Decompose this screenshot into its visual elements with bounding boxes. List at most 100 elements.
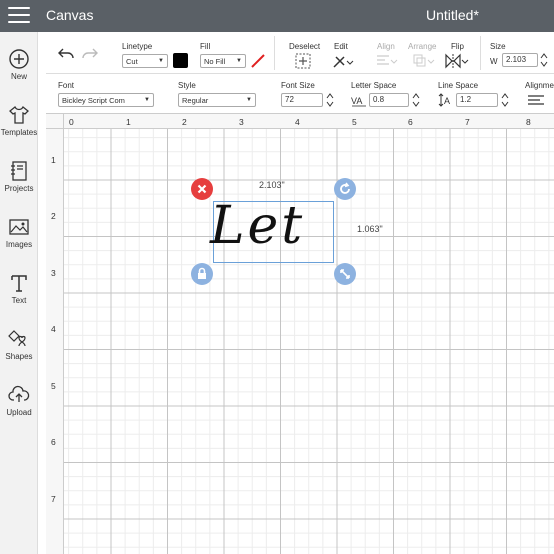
close-icon	[197, 184, 207, 194]
line-space-input[interactable]: 1.2	[456, 93, 498, 107]
sidebar-item-upload[interactable]: Upload	[0, 384, 38, 417]
ruler-x-tick: 6	[408, 117, 413, 127]
ruler-x-tick: 3	[239, 117, 244, 127]
toolbar-divider	[480, 36, 481, 70]
sidebar-item-templates[interactable]: Templates	[0, 104, 38, 137]
font-size-input[interactable]: 72	[281, 93, 323, 107]
deselect-icon[interactable]	[295, 53, 311, 74]
ruler-y-tick: 6	[51, 437, 56, 447]
font-size-stepper-icon[interactable]	[326, 92, 334, 113]
font-size-label: Font Size	[281, 81, 315, 90]
toolbar-divider	[274, 36, 275, 70]
shirt-icon	[9, 105, 29, 124]
delete-handle[interactable]	[191, 178, 213, 200]
ruler-x-tick: 1	[126, 117, 131, 127]
hamburger-menu-icon[interactable]	[8, 7, 30, 25]
redo-icon[interactable]	[82, 46, 98, 64]
arrange-icon[interactable]	[413, 54, 435, 73]
align-label: Align	[377, 42, 395, 51]
no-fill-swatch-icon[interactable]	[250, 53, 266, 74]
sidebar-item-shapes[interactable]: Shapes	[0, 328, 38, 361]
size-width-label: W	[490, 57, 498, 66]
size-width-input[interactable]: 2.103	[502, 53, 538, 67]
linetype-color-swatch[interactable]	[173, 53, 188, 68]
ruler-y-tick: 2	[51, 211, 56, 221]
linetype-label: Linetype	[122, 42, 153, 51]
sidebar-item-images[interactable]: Images	[0, 216, 38, 249]
edit-tools-icon[interactable]	[332, 53, 354, 74]
ruler-x-tick: 0	[69, 117, 74, 127]
canvas-grid	[64, 129, 554, 554]
sidebar-item-label: Projects	[4, 184, 34, 193]
flip-icon[interactable]	[445, 53, 469, 74]
left-sidebar: New Templates Projects Images Text Shape…	[0, 32, 38, 554]
resize-handle[interactable]	[334, 263, 356, 285]
sidebar-item-label: New	[10, 72, 27, 81]
deselect-label: Deselect	[289, 42, 321, 51]
size-stepper-icon[interactable]	[540, 52, 548, 73]
font-select[interactable]: Bickley Script Com ▼	[58, 93, 154, 107]
ruler-x-tick: 7	[465, 117, 470, 127]
sidebar-item-projects[interactable]: Projects	[0, 160, 38, 193]
ruler-x-tick: 8	[526, 117, 531, 127]
sidebar-item-label: Text	[11, 296, 27, 305]
letter-space-icon: VA	[351, 94, 367, 112]
alignment-label: Alignme	[525, 81, 554, 90]
ruler-y-tick: 7	[51, 494, 56, 504]
rotate-icon	[340, 182, 350, 194]
linetype-value: Cut	[126, 57, 138, 66]
ruler-corner	[46, 114, 64, 129]
ruler-x-tick: 4	[295, 117, 300, 127]
svg-text:VA: VA	[351, 96, 362, 106]
plus-circle-icon	[9, 49, 29, 69]
letter-space-input[interactable]: 0.8	[369, 93, 409, 107]
app-title: Canvas	[46, 7, 94, 23]
style-value: Regular	[182, 96, 209, 105]
text-align-icon[interactable]	[527, 94, 549, 112]
edit-label: Edit	[334, 42, 348, 51]
sidebar-item-label: Upload	[6, 408, 32, 417]
fill-label: Fill	[200, 42, 211, 51]
vertical-ruler: 1 2 3 4 5 6 7	[46, 129, 64, 554]
fill-select[interactable]: No Fill ▼	[200, 54, 246, 68]
fill-value: No Fill	[204, 57, 226, 66]
sidebar-item-label: Shapes	[5, 352, 33, 361]
sidebar-item-label: Templates	[0, 128, 38, 137]
ruler-y-tick: 1	[51, 155, 56, 165]
style-select[interactable]: Regular ▼	[178, 93, 256, 107]
width-dimension-label: 2.103"	[259, 180, 285, 190]
letter-space-stepper-icon[interactable]	[412, 92, 420, 113]
design-canvas[interactable]: 0 1 2 3 4 5 6 7 8 1 2 3 4 5 6 7	[46, 114, 554, 554]
horizontal-ruler: 0 1 2 3 4 5 6 7 8	[64, 114, 554, 129]
undo-icon[interactable]	[58, 46, 74, 64]
text-t-icon	[11, 275, 27, 292]
edit-toolbar: Linetype Cut ▼ Fill No Fill ▼ Deselect Edi…	[46, 32, 554, 74]
size-label: Size	[490, 42, 506, 51]
lock-icon	[198, 267, 206, 279]
height-dimension-label: 1.063"	[357, 224, 383, 234]
font-label: Font	[58, 81, 75, 90]
ruler-y-tick: 5	[51, 381, 56, 391]
letter-space-label: Letter Space	[351, 81, 397, 90]
font-value: Bickley Script Com	[62, 96, 125, 105]
line-space-label: Line Space	[438, 81, 479, 90]
arrange-label: Arrange	[408, 42, 437, 51]
align-icon[interactable]	[376, 54, 398, 73]
line-space-icon: A	[438, 93, 452, 112]
lock-handle[interactable]	[191, 263, 213, 285]
flip-label: Flip	[451, 42, 464, 51]
text-object[interactable]: Let	[210, 196, 305, 256]
rotate-handle[interactable]	[334, 178, 356, 200]
sidebar-item-new[interactable]: New	[0, 48, 38, 81]
image-icon	[9, 219, 29, 235]
ruler-y-tick: 3	[51, 268, 56, 278]
ruler-x-tick: 5	[352, 117, 357, 127]
sidebar-item-text[interactable]: Text	[0, 272, 38, 305]
ruler-x-tick: 2	[182, 117, 187, 127]
document-title[interactable]: Untitled*	[426, 7, 479, 23]
top-bar: Canvas Untitled*	[0, 0, 554, 32]
linetype-select[interactable]: Cut ▼	[122, 54, 168, 68]
line-space-stepper-icon[interactable]	[501, 92, 509, 113]
sidebar-item-label: Images	[5, 240, 33, 249]
resize-arrows-icon	[340, 269, 350, 279]
